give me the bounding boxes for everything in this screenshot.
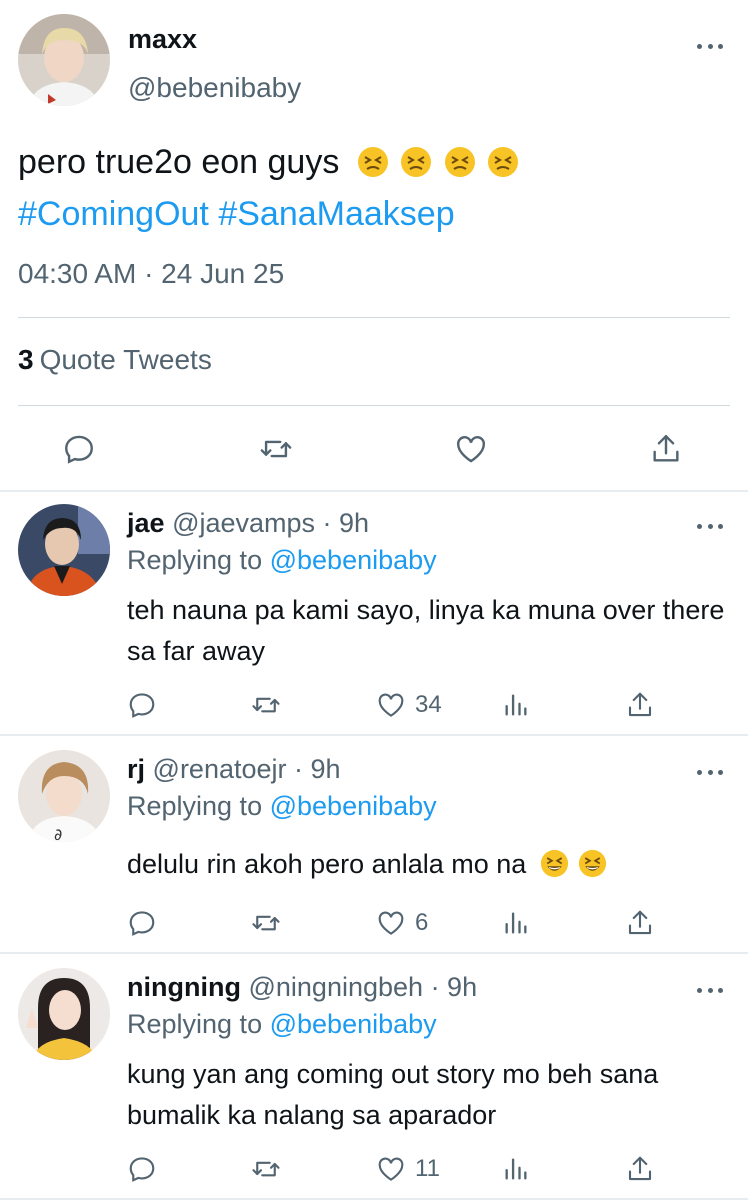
reply-header: jae @jaevamps · 9h [127,508,369,539]
mention-link[interactable]: @bebenibaby [270,1009,437,1039]
retweet-icon[interactable] [250,908,282,938]
grinning-squinting-face-icon [540,849,568,878]
grinning-squinting-face-icon [579,849,607,878]
share-icon[interactable] [625,908,655,938]
hashtag-link[interactable]: #ComingOut [18,195,209,233]
like-count: 6 [415,909,429,936]
persevering-face-icon [357,147,388,177]
reply-header: ningning @ningningbeh · 9h [127,972,477,1003]
hashtag-link[interactable]: #SanaMaaksep [218,195,454,233]
like-count: 11 [415,1155,440,1182]
more-options-icon[interactable] [697,986,723,994]
reply-time[interactable]: · 9h [431,972,478,1002]
share-icon[interactable] [625,1154,655,1184]
reply-tweet[interactable]: ningning @ningningbeh · 9h Replying to @… [0,954,748,1198]
analytics-icon[interactable] [502,690,530,720]
avatar[interactable] [18,504,110,596]
reply-tweet[interactable]: ∂ rj @renatoejr · 9h Replying to @bebeni… [0,736,748,952]
reply-icon[interactable] [127,908,157,938]
grinning-emojis [538,849,608,879]
tweet-text: pero true2o eon guys #ComingOut #SanaMaa… [18,136,728,240]
like-count: 34 [415,691,442,718]
quote-tweets-link[interactable]: 3 Quote Tweets [18,344,212,376]
divider [18,317,730,318]
like-icon[interactable] [375,690,407,720]
retweet-icon[interactable] [250,690,282,720]
author-name[interactable]: maxx [128,24,197,55]
more-options-icon[interactable] [697,42,723,50]
analytics-icon[interactable] [502,1154,530,1184]
avatar[interactable] [18,14,110,106]
reply-header: rj @renatoejr · 9h [127,754,341,785]
main-tweet: maxx @bebenibaby pero true2o eon guys #C… [0,0,748,490]
avatar[interactable] [18,968,110,1060]
replying-prefix: Replying to [127,545,263,575]
like-icon[interactable] [375,1154,407,1184]
quote-label: Quote Tweets [39,344,212,375]
reply-author-handle[interactable]: @ningningbeh [248,972,423,1002]
reply-text: kung yan ang coming out story mo beh san… [127,1059,659,1130]
share-icon[interactable] [625,690,655,720]
quote-count: 3 [18,344,34,375]
reply-author-name[interactable]: jae [127,508,165,538]
mention-link[interactable]: @bebenibaby [270,545,437,575]
reply-icon[interactable] [127,1154,157,1184]
persevering-face-icon [401,147,432,177]
tweet-timestamp[interactable]: 04:30 AM · 24 Jun 25 [18,258,284,290]
retweet-icon[interactable] [258,432,294,466]
author-handle[interactable]: @bebenibaby [128,72,301,104]
reply-body: delulu rin akoh pero anlala mo na [127,849,527,879]
persevering-face-icon [488,147,519,177]
divider [18,405,730,406]
avatar[interactable]: ∂ [18,750,110,842]
reply-text: teh nauna pa kami sayo, linya ka muna ov… [127,595,725,666]
reply-text: delulu rin akoh pero anlala mo na [127,844,727,885]
persevering-face-emojis [355,143,519,181]
tweet-body: pero true2o eon guys [18,143,340,181]
replying-to: Replying to @bebenibaby [127,1009,437,1040]
like-icon[interactable] [375,908,407,938]
replying-prefix: Replying to [127,1009,263,1039]
more-options-icon[interactable] [697,522,723,530]
reply-author-handle[interactable]: @jaevamps [172,508,315,538]
replying-to: Replying to @bebenibaby [127,545,437,576]
reply-icon[interactable] [62,432,96,466]
reply-time[interactable]: · 9h [294,754,341,784]
persevering-face-icon [444,147,475,177]
analytics-icon[interactable] [502,908,530,938]
share-icon[interactable] [649,432,683,466]
reply-time[interactable]: · 9h [323,508,370,538]
reply-tweet[interactable]: jae @jaevamps · 9h Replying to @bebeniba… [0,492,748,732]
svg-text:∂: ∂ [54,825,62,842]
reply-author-name[interactable]: rj [127,754,145,784]
retweet-icon[interactable] [250,1154,282,1184]
like-icon[interactable] [453,432,489,466]
reply-author-handle[interactable]: @renatoejr [153,754,287,784]
replying-prefix: Replying to [127,791,263,821]
more-options-icon[interactable] [697,768,723,776]
reply-icon[interactable] [127,690,157,720]
reply-author-name[interactable]: ningning [127,972,241,1002]
mention-link[interactable]: @bebenibaby [270,791,437,821]
replying-to: Replying to @bebenibaby [127,791,437,822]
